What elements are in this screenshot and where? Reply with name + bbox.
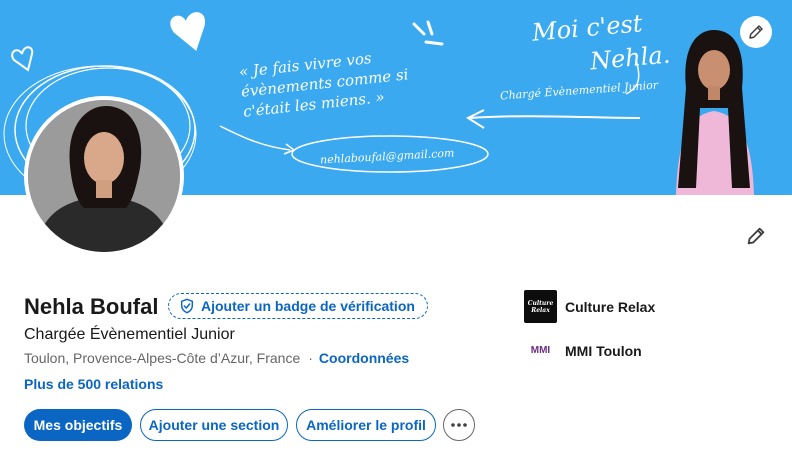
add-verification-badge-button[interactable]: Ajouter un badge de vérification xyxy=(168,293,428,319)
org-name: MMI Toulon xyxy=(565,342,642,359)
profile-name: Nehla Boufal xyxy=(24,294,159,319)
improve-profile-button[interactable]: Améliorer le profil xyxy=(296,409,436,441)
connections-link[interactable]: Plus de 500 relations xyxy=(24,376,163,392)
profile-headline: Chargée Évènementiel Junior xyxy=(24,326,235,343)
verification-badge-label: Ajouter un badge de vérification xyxy=(201,298,415,314)
banner-portrait xyxy=(676,30,754,195)
profile-photo[interactable] xyxy=(24,96,184,256)
mmi-toulon-logo: MMI xyxy=(524,334,557,367)
pencil-icon xyxy=(749,25,763,39)
separator-dot: · xyxy=(308,350,313,366)
profile-card: « Je fais vivre vos évènements comme si … xyxy=(0,0,792,461)
edit-intro-button[interactable] xyxy=(738,218,774,254)
more-actions-button[interactable] xyxy=(443,409,475,441)
org-mmi-toulon[interactable]: MMI MMI Toulon xyxy=(524,334,642,367)
location-row: Toulon, Provence-Alpes-Côte d’Azur, Fran… xyxy=(24,350,409,366)
avatar-image xyxy=(24,96,184,256)
shield-check-icon xyxy=(180,298,194,314)
culture-relax-logo: Culture Relax xyxy=(524,290,557,323)
more-horizontal-icon xyxy=(451,423,467,427)
edit-banner-button[interactable] xyxy=(740,16,772,48)
contact-info-link[interactable]: Coordonnées xyxy=(319,350,409,366)
profile-location: Toulon, Provence-Alpes-Côte d’Azur, Fran… xyxy=(24,350,301,366)
my-goals-button[interactable]: Mes objectifs xyxy=(24,409,132,441)
pencil-icon xyxy=(747,227,765,245)
org-name: Culture Relax xyxy=(565,298,656,315)
add-section-button[interactable]: Ajouter une section xyxy=(140,409,288,441)
org-culture-relax[interactable]: Culture Relax Culture Relax xyxy=(524,290,655,323)
